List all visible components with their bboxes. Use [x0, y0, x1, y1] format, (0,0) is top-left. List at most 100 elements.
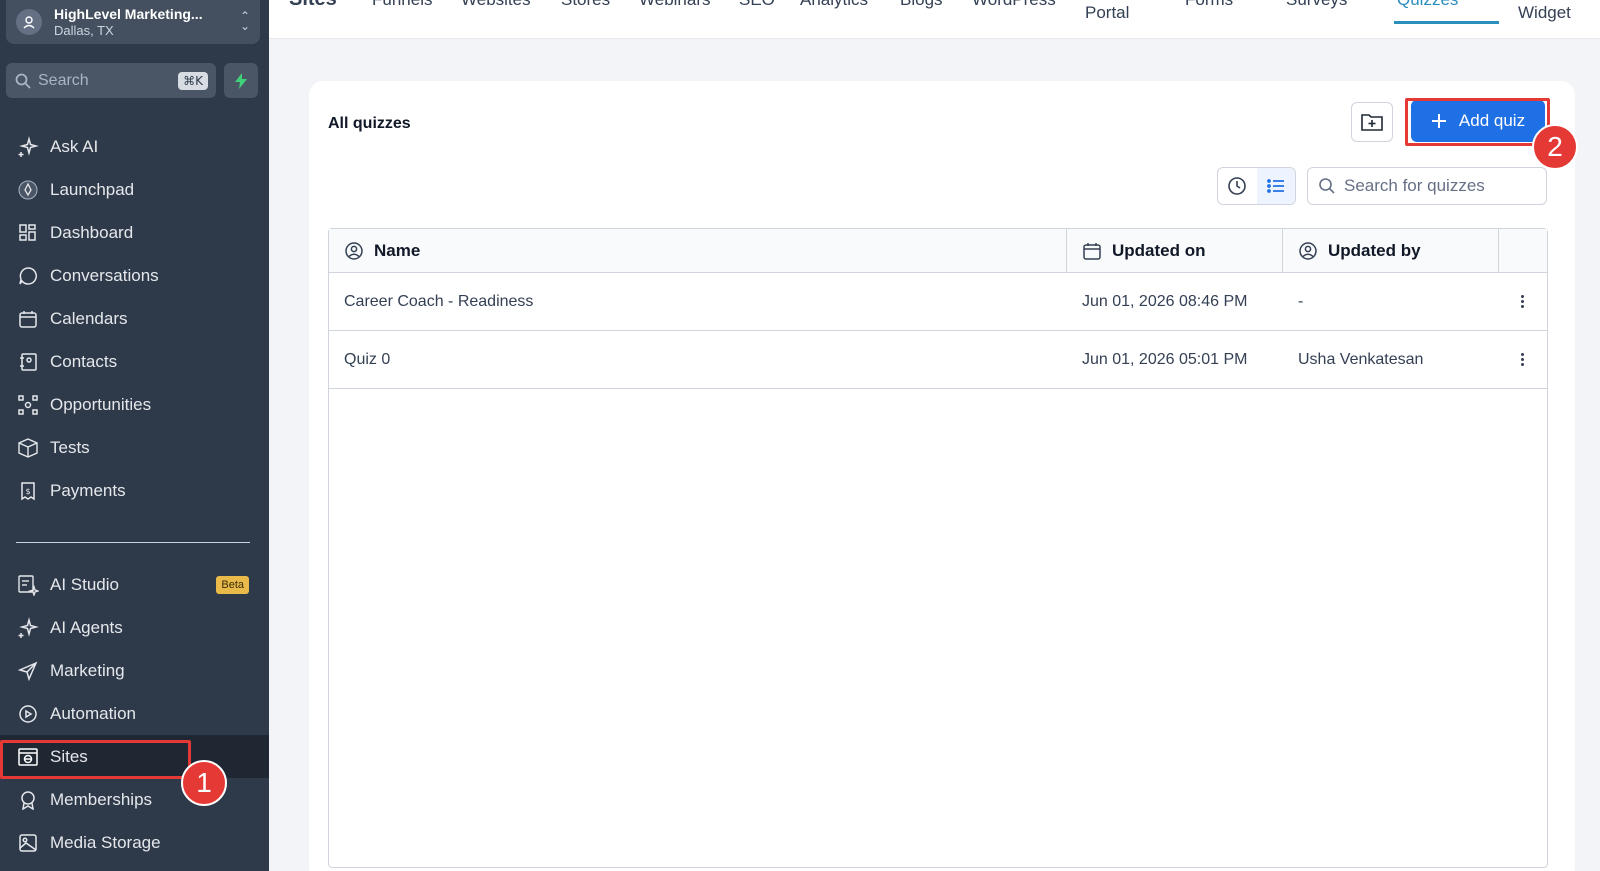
quiz-search-field[interactable] — [1307, 167, 1547, 205]
search-placeholder: Search — [38, 71, 89, 89]
image-icon — [16, 831, 40, 855]
sidebar-item-calendars[interactable]: Calendars — [0, 297, 269, 340]
tab-analytics[interactable]: Analytics — [800, 0, 868, 10]
calendar-icon — [16, 307, 40, 331]
view-toggle — [1217, 167, 1296, 205]
quick-actions-button[interactable] — [224, 63, 258, 98]
column-updated-by[interactable]: Updated by — [1283, 229, 1499, 272]
row-menu-icon[interactable] — [1517, 295, 1527, 308]
sidebar-item-label: Dashboard — [50, 222, 134, 242]
tab-client-portal[interactable]: Portal — [1085, 3, 1129, 23]
folder-plus-icon — [1361, 114, 1383, 131]
highlight-sites — [0, 740, 191, 779]
sidebar-item-ask-ai[interactable]: Ask AI — [0, 125, 269, 168]
tab-websites[interactable]: Websites — [461, 0, 531, 10]
sidebar-item-contacts[interactable]: Contacts — [0, 340, 269, 383]
sidebar-item-memberships[interactable]: Memberships — [0, 778, 269, 821]
sidebar-item-label: Launchpad — [50, 179, 135, 199]
quiz-updated-by: Usha Venkatesan — [1298, 350, 1424, 368]
account-location: Dallas, TX — [54, 22, 114, 38]
receipt-icon: $ — [16, 479, 40, 503]
user-circle-icon — [345, 241, 363, 260]
sidebar-item-label: AI Agents — [50, 617, 123, 637]
quizzes-panel: All quizzes Add quiz Name Updated on — [309, 81, 1575, 871]
sidebar-item-launchpad[interactable]: Launchpad — [0, 168, 269, 211]
sidebar-item-opportunities[interactable]: Opportunities — [0, 383, 269, 426]
grid-icon — [16, 221, 40, 245]
tab-stores[interactable]: Stores — [561, 0, 610, 10]
column-updated-on[interactable]: Updated on — [1067, 229, 1283, 272]
sidebar-item-media-storage[interactable]: Media Storage — [0, 821, 269, 864]
table-row[interactable]: Quiz 0 Jun 01, 2026 05:01 PM Usha Venkat… — [329, 331, 1547, 389]
sidebar-item-dashboard[interactable]: Dashboard — [0, 211, 269, 254]
sidebar-item-automation[interactable]: Automation — [0, 692, 269, 735]
sidebar-item-label: Automation — [50, 703, 136, 723]
quiz-name[interactable]: Quiz 0 — [329, 351, 1067, 369]
column-updated-by-label: Updated by — [1328, 240, 1421, 260]
sidebar-item-ai-agents[interactable]: AI Agents — [0, 606, 269, 649]
network-icon — [16, 393, 40, 417]
bolt-icon — [235, 72, 247, 89]
top-navigation: Sites Funnels Websites Stores Webinars S… — [269, 0, 1600, 39]
tab-blogs[interactable]: Blogs — [900, 0, 943, 10]
ai-studio-icon — [16, 573, 40, 597]
tab-chat-widget[interactable]: Widget — [1518, 3, 1571, 23]
sidebar-item-label: Memberships — [50, 789, 153, 809]
search-icon — [15, 73, 31, 89]
column-name[interactable]: Name — [329, 229, 1067, 272]
sidebar-item-label: Marketing — [50, 660, 125, 680]
sidebar-item-conversations[interactable]: Conversations — [0, 254, 269, 297]
send-icon — [16, 659, 40, 683]
svg-text:$: $ — [26, 487, 31, 496]
tab-webinars[interactable]: Webinars — [639, 0, 711, 10]
beta-badge: Beta — [216, 575, 249, 594]
calendar-icon — [1083, 242, 1101, 260]
list-view-button[interactable] — [1256, 168, 1295, 204]
quiz-name[interactable]: Career Coach - Readiness — [329, 293, 1067, 311]
table-row[interactable]: Career Coach - Readiness Jun 01, 2026 08… — [329, 273, 1547, 331]
tab-forms[interactable]: Forms — [1185, 0, 1233, 10]
column-updated-on-label: Updated on — [1112, 240, 1206, 260]
sidebar-item-ai-studio[interactable]: AI Studio Beta — [0, 563, 269, 606]
search-icon — [1319, 178, 1335, 194]
cube-icon — [16, 436, 40, 460]
sparkle-icon — [16, 616, 40, 640]
sidebar-item-tests[interactable]: Tests — [0, 426, 269, 469]
add-folder-button[interactable] — [1351, 102, 1393, 142]
sidebar-search[interactable]: Search ⌘K — [6, 63, 216, 98]
column-name-label: Name — [374, 240, 421, 260]
tab-seo[interactable]: SEO — [739, 0, 775, 10]
quiz-updated-on: Jun 01, 2026 05:01 PM — [1082, 350, 1248, 368]
clock-icon — [1228, 177, 1247, 195]
list-icon — [1266, 179, 1284, 193]
user-circle-icon — [1299, 241, 1317, 260]
tab-funnels[interactable]: Funnels — [372, 0, 432, 10]
tab-wordpress[interactable]: WordPress — [972, 0, 1056, 10]
recent-view-button[interactable] — [1218, 168, 1257, 204]
sidebar-nav-primary: Ask AI Launchpad Dashboard Conversations… — [0, 125, 269, 512]
tab-sites[interactable]: Sites — [289, 0, 337, 11]
quiz-search-input[interactable] — [1344, 176, 1534, 196]
row-menu-icon[interactable] — [1517, 353, 1527, 366]
search-shortcut: ⌘K — [178, 71, 208, 90]
sidebar-item-marketing[interactable]: Marketing — [0, 649, 269, 692]
quizzes-table: Name Updated on Updated by Career Coach … — [328, 228, 1548, 868]
sidebar-item-label: AI Studio — [50, 574, 119, 594]
award-icon — [16, 788, 40, 812]
step-badge-1: 1 — [181, 760, 227, 806]
chat-icon — [16, 264, 40, 288]
page-title: All quizzes — [328, 115, 411, 132]
quiz-updated-by: - — [1298, 292, 1304, 310]
contacts-icon — [16, 350, 40, 374]
sidebar-nav-secondary: AI Studio Beta AI Agents Marketing Automa… — [0, 563, 269, 864]
sidebar-item-label: Opportunities — [50, 394, 152, 414]
tab-surveys[interactable]: Surveys — [1286, 0, 1347, 10]
column-actions — [1499, 229, 1547, 272]
sidebar-item-label: Calendars — [50, 308, 128, 328]
account-switcher[interactable]: HighLevel Marketing... Dallas, TX ⌃ ⌄ — [6, 0, 260, 44]
sidebar-item-label: Payments — [50, 480, 126, 500]
tab-quizzes[interactable]: Quizzes — [1397, 0, 1458, 10]
sidebar-item-label: Contacts — [50, 351, 118, 371]
sidebar-item-payments[interactable]: $ Payments — [0, 469, 269, 512]
rocket-icon — [16, 178, 40, 202]
